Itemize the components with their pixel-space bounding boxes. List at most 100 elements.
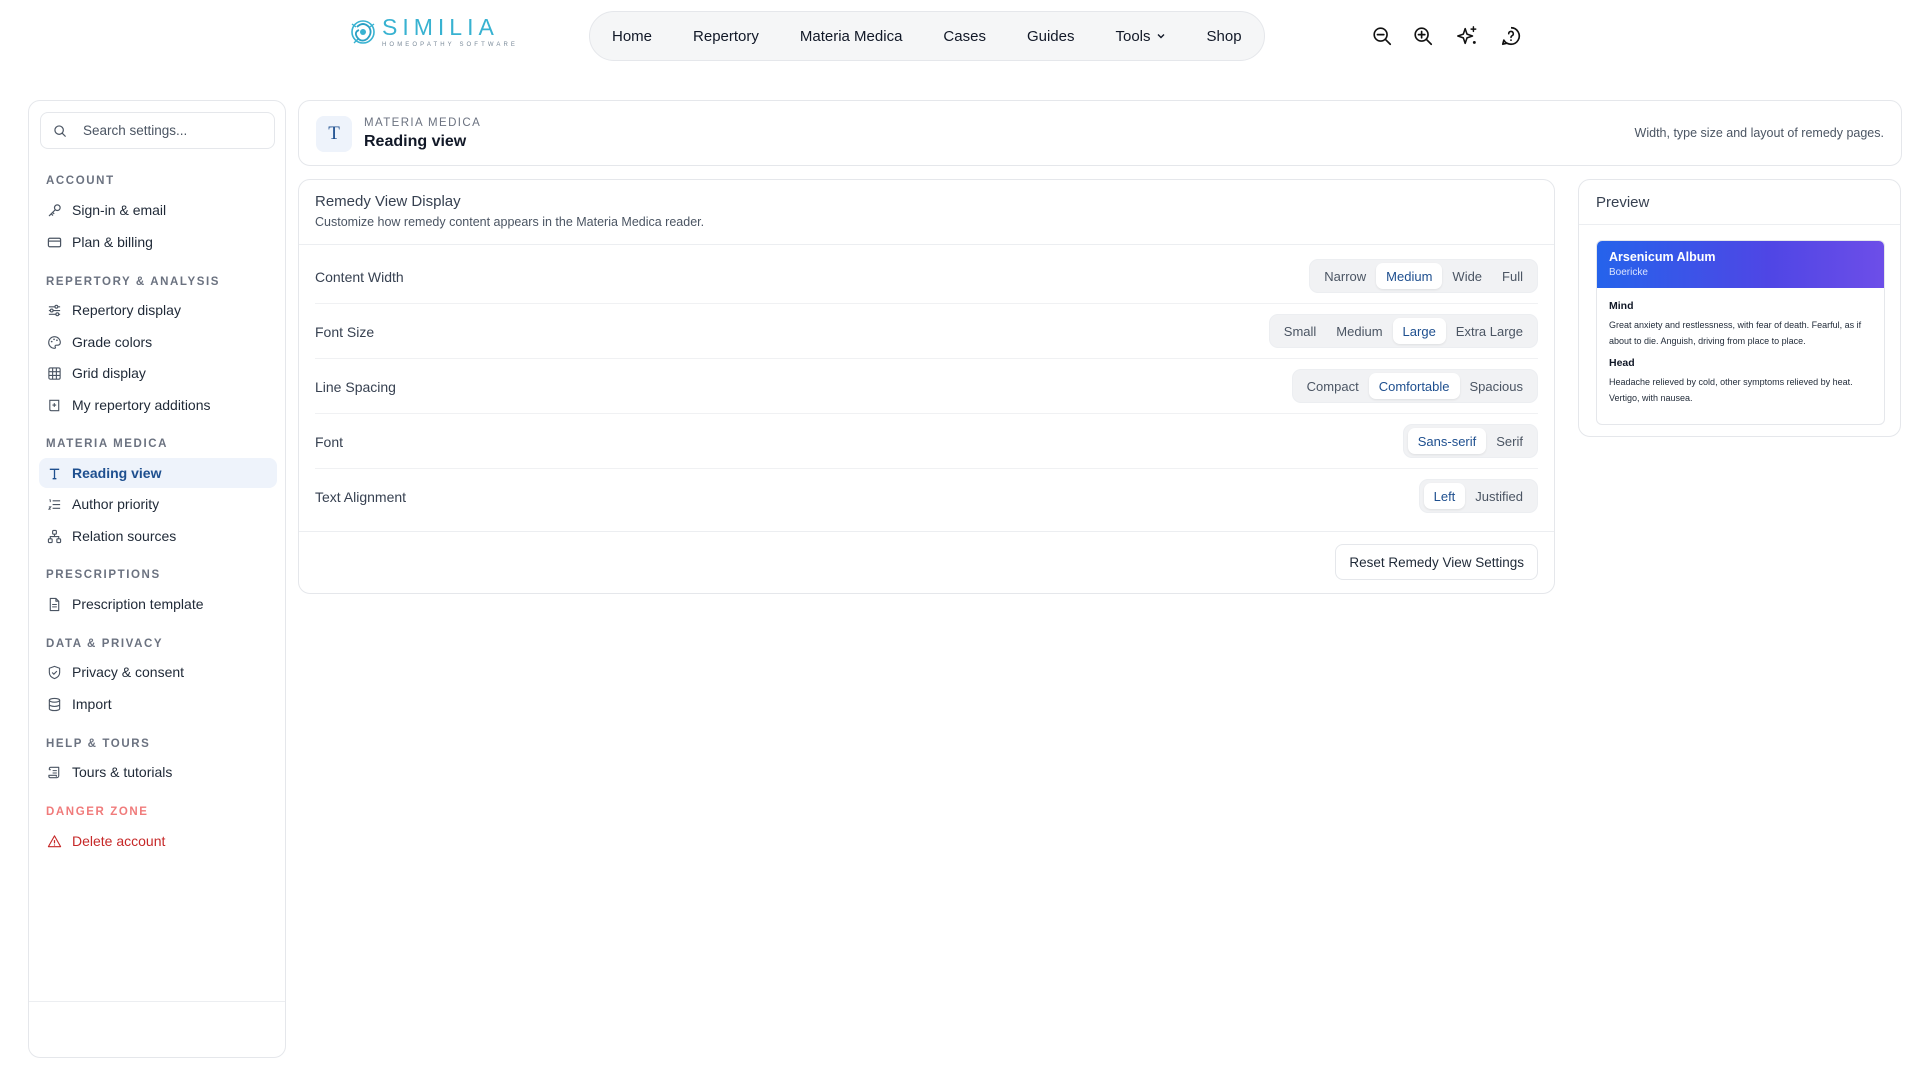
sidebar-item-signin-email[interactable]: Sign-in & email bbox=[39, 195, 277, 225]
line-spacing-label: Line Spacing bbox=[315, 379, 396, 395]
page-category: MATERIA MEDICA bbox=[364, 117, 482, 129]
remedy-view-settings-card: Remedy View Display Customize how remedy… bbox=[298, 179, 1555, 594]
settings-search[interactable] bbox=[40, 112, 275, 149]
sidebar-item-label: Privacy & consent bbox=[72, 664, 185, 680]
shield-check-icon bbox=[48, 665, 61, 679]
settings-card-title: Remedy View Display bbox=[315, 193, 461, 210]
alert-triangle-icon bbox=[47, 834, 62, 847]
line-spacing-selector: Compact Comfortable Spacious bbox=[1291, 369, 1538, 403]
nav-shop[interactable]: Shop bbox=[1207, 28, 1242, 45]
sidebar-item-label: My repertory additions bbox=[72, 397, 211, 413]
content-width-wide[interactable]: Wide bbox=[1442, 263, 1492, 289]
line-spacing-spacious[interactable]: Spacious bbox=[1460, 373, 1533, 399]
sidebar-item-reading-view[interactable]: Reading view bbox=[39, 458, 277, 488]
line-spacing-compact[interactable]: Compact bbox=[1297, 373, 1369, 399]
search-icon bbox=[54, 124, 66, 137]
nav-materia-medica[interactable]: Materia Medica bbox=[800, 28, 903, 45]
sidebar-item-plan-billing[interactable]: Plan & billing bbox=[39, 227, 277, 257]
toolbar-icons bbox=[1370, 24, 1523, 48]
main-navigation: Home Repertory Materia Medica Cases Guid… bbox=[589, 11, 1265, 61]
section-prescriptions-title: PRESCRIPTIONS bbox=[46, 569, 161, 581]
sidebar-item-label: Sign-in & email bbox=[72, 202, 167, 218]
font-size-extra-large[interactable]: Extra Large bbox=[1446, 318, 1533, 344]
sparkles-icon[interactable] bbox=[1455, 24, 1479, 48]
sidebar-item-privacy-consent[interactable]: Privacy & consent bbox=[39, 657, 277, 687]
help-chat-icon[interactable] bbox=[1499, 24, 1523, 48]
sidebar-item-grid-display[interactable]: Grid display bbox=[39, 358, 277, 388]
page-description: Width, type size and layout of remedy pa… bbox=[1634, 126, 1884, 140]
font-serif[interactable]: Serif bbox=[1486, 428, 1533, 454]
nav-cases[interactable]: Cases bbox=[943, 28, 986, 45]
content-width-full[interactable]: Full bbox=[1492, 263, 1533, 289]
network-icon bbox=[47, 529, 62, 543]
sidebar-item-label: Import bbox=[72, 696, 112, 712]
type-icon: T bbox=[316, 116, 352, 152]
content-width-medium[interactable]: Medium bbox=[1376, 263, 1443, 289]
divider bbox=[315, 468, 1538, 469]
remedy-preview-body: Mind Great anxiety and restlessness, wit… bbox=[1597, 288, 1884, 406]
section-danger-zone-title: DANGER ZONE bbox=[46, 806, 149, 818]
remedy-name: Arsenicum Album bbox=[1609, 250, 1716, 264]
font-size-large[interactable]: Large bbox=[1392, 318, 1446, 344]
sidebar-item-tours-tutorials[interactable]: Tours & tutorials bbox=[39, 757, 277, 787]
section-materia-medica-title: MATERIA MEDICA bbox=[46, 438, 169, 450]
content-width-label: Content Width bbox=[315, 269, 404, 285]
sidebar-item-label: Grid display bbox=[72, 365, 146, 381]
sidebar-item-relation-sources[interactable]: Relation sources bbox=[39, 521, 277, 551]
text-alignment-left[interactable]: Left bbox=[1423, 483, 1466, 509]
nav-tools-label: Tools bbox=[1115, 27, 1151, 45]
sidebar-item-import[interactable]: Import bbox=[39, 689, 277, 719]
sidebar-item-delete-account[interactable]: Delete account bbox=[39, 826, 277, 856]
list-ordered-icon bbox=[47, 498, 61, 510]
zoom-out-icon[interactable] bbox=[1370, 24, 1394, 48]
nav-guides[interactable]: Guides bbox=[1027, 28, 1075, 45]
sidebar-item-repertory-display[interactable]: Repertory display bbox=[39, 295, 277, 325]
divider bbox=[1579, 224, 1900, 225]
scroll-icon bbox=[48, 766, 60, 778]
credit-card-icon bbox=[47, 237, 62, 247]
font-size-selector: Small Medium Large Extra Large bbox=[1268, 314, 1538, 348]
sidebar-item-label: Tours & tutorials bbox=[72, 764, 173, 780]
font-selector: Sans-serif Serif bbox=[1402, 424, 1538, 458]
font-size-label: Font Size bbox=[315, 324, 375, 340]
section-account-title: ACCOUNT bbox=[46, 175, 115, 187]
chevron-down-icon bbox=[1157, 34, 1165, 39]
sidebar-item-label: Grade colors bbox=[72, 334, 153, 350]
reset-remedy-view-button[interactable]: Reset Remedy View Settings bbox=[1335, 544, 1538, 580]
line-spacing-comfortable[interactable]: Comfortable bbox=[1368, 373, 1460, 399]
nav-repertory[interactable]: Repertory bbox=[693, 28, 759, 45]
text-alignment-justified[interactable]: Justified bbox=[1465, 483, 1533, 509]
sidebar-item-label: Relation sources bbox=[72, 528, 177, 544]
divider bbox=[299, 244, 1554, 245]
sidebar-item-my-repertory-additions[interactable]: My repertory additions bbox=[39, 390, 277, 420]
nav-tools[interactable]: Tools bbox=[1115, 28, 1165, 45]
sidebar-item-author-priority[interactable]: Author priority bbox=[39, 489, 277, 519]
settings-sidebar: ACCOUNT Sign-in & email Plan & billing R… bbox=[28, 100, 286, 1058]
brand-tagline: HOMEOPATHY SOFTWARE bbox=[382, 42, 519, 48]
nav-home[interactable]: Home bbox=[612, 28, 652, 45]
section-data-privacy-title: DATA & PRIVACY bbox=[46, 638, 164, 650]
sidebar-item-label: Plan & billing bbox=[72, 234, 153, 250]
sidebar-item-label: Delete account bbox=[72, 833, 166, 849]
section-help-tours-title: HELP & TOURS bbox=[46, 738, 151, 750]
settings-card-subtitle: Customize how remedy content appears in … bbox=[315, 215, 705, 229]
font-size-small[interactable]: Small bbox=[1274, 318, 1327, 344]
search-input[interactable] bbox=[83, 123, 263, 138]
sidebar-item-prescription-template[interactable]: Prescription template bbox=[39, 589, 277, 619]
preview-title: Preview bbox=[1596, 194, 1650, 211]
sidebar-item-grade-colors[interactable]: Grade colors bbox=[39, 327, 277, 357]
content-width-narrow[interactable]: Narrow bbox=[1314, 263, 1376, 289]
font-sans-serif[interactable]: Sans-serif bbox=[1407, 428, 1487, 454]
zoom-in-icon[interactable] bbox=[1411, 24, 1435, 48]
sidebar-item-label: Author priority bbox=[72, 496, 160, 512]
remedy-section-text: Headache relieved by cold, other symptom… bbox=[1609, 377, 1853, 403]
sidebar-footer-divider bbox=[29, 1001, 285, 1002]
page-header-card: T MATERIA MEDICA Reading view Width, typ… bbox=[298, 100, 1902, 166]
remedy-preview-header: Arsenicum Album Boericke bbox=[1597, 241, 1884, 288]
divider bbox=[315, 413, 1538, 414]
key-icon bbox=[48, 203, 61, 216]
file-text-icon bbox=[49, 597, 60, 611]
brand-logo[interactable]: SIMILIA HOMEOPATHY SOFTWARE bbox=[348, 14, 518, 49]
content-width-selector: Narrow Medium Wide Full bbox=[1309, 259, 1538, 293]
font-size-medium[interactable]: Medium bbox=[1326, 318, 1392, 344]
